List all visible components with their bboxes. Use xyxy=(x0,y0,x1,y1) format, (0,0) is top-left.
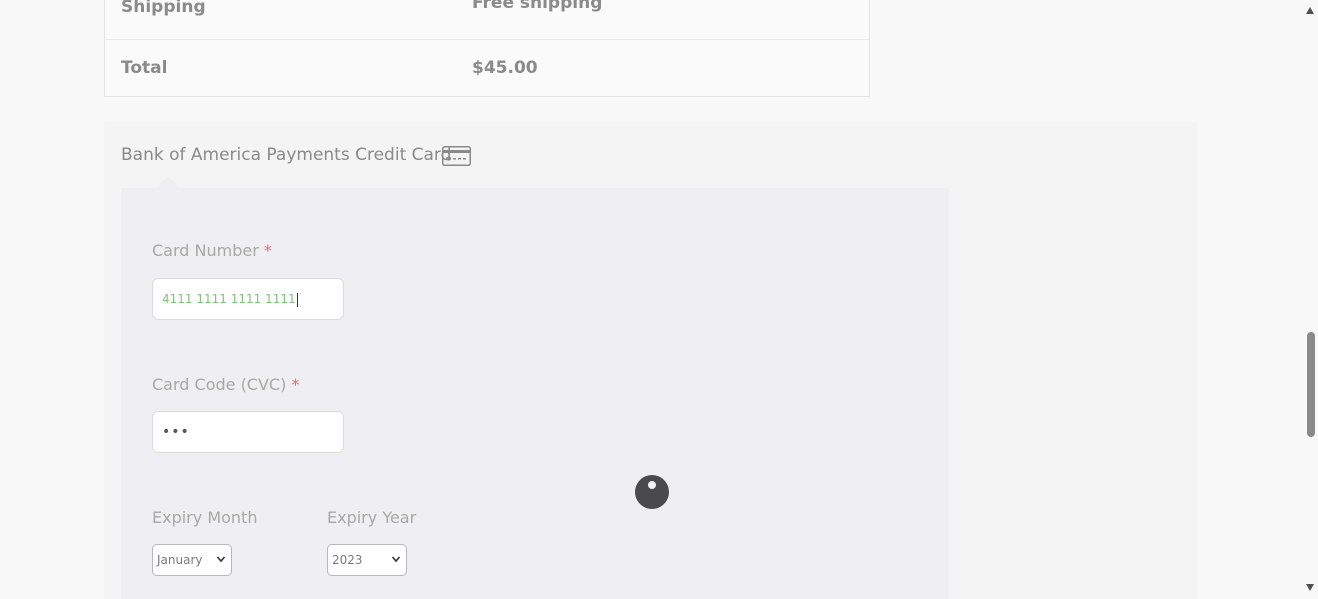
expiry-year-value: 2023 xyxy=(332,553,363,567)
card-number-input[interactable]: 4111 1111 1111 1111 xyxy=(152,278,344,320)
card-code-label-text: Card Code (CVC) xyxy=(152,375,287,394)
expiry-year-label: Expiry Year xyxy=(327,508,417,527)
total-value: $45.00 xyxy=(472,58,538,78)
card-code-label: Card Code (CVC) * xyxy=(152,375,299,394)
payment-method-label[interactable]: Bank of America Payments Credit Card xyxy=(121,145,451,165)
card-number-label-text: Card Number xyxy=(152,241,259,260)
expiry-month-select[interactable]: January xyxy=(152,544,232,576)
card-code-value: ••• xyxy=(162,424,190,440)
required-star: * xyxy=(263,241,272,260)
shipping-row: Shipping Free shipping xyxy=(105,0,869,40)
total-label: Total xyxy=(121,58,168,78)
method-pointer xyxy=(156,176,180,188)
checkout-page: Shipping Free shipping Total $45.00 Bank… xyxy=(0,0,1318,599)
card-number-label: Card Number * xyxy=(152,241,272,260)
card-code-input[interactable]: ••• xyxy=(152,411,344,453)
scroll-down-arrow-icon[interactable] xyxy=(1306,584,1314,591)
scroll-thumb[interactable] xyxy=(1307,332,1315,437)
expiry-month-value: January xyxy=(157,553,203,567)
chevron-down-icon xyxy=(216,556,226,563)
required-star: * xyxy=(291,375,300,394)
shipping-value: Free shipping xyxy=(472,0,603,13)
scroll-up-arrow-icon[interactable] xyxy=(1306,7,1314,14)
vertical-scrollbar[interactable] xyxy=(1302,0,1318,599)
expiry-year-select[interactable]: 2023 xyxy=(327,544,407,576)
payment-form: Card Number * 4111 1111 1111 1111 Card C… xyxy=(121,188,949,599)
expiry-month-label: Expiry Month xyxy=(152,508,258,527)
loading-spinner-icon xyxy=(635,475,669,509)
credit-card-icon xyxy=(442,146,471,166)
text-cursor xyxy=(296,292,298,307)
order-totals-table: Shipping Free shipping Total $45.00 xyxy=(104,0,870,97)
payment-method-box: Bank of America Payments Credit Card Car… xyxy=(104,122,1198,599)
card-number-value: 4111 1111 1111 1111 xyxy=(162,292,296,306)
chevron-down-icon xyxy=(391,556,401,563)
shipping-label: Shipping xyxy=(121,0,206,17)
total-row: Total $45.00 xyxy=(105,40,869,98)
